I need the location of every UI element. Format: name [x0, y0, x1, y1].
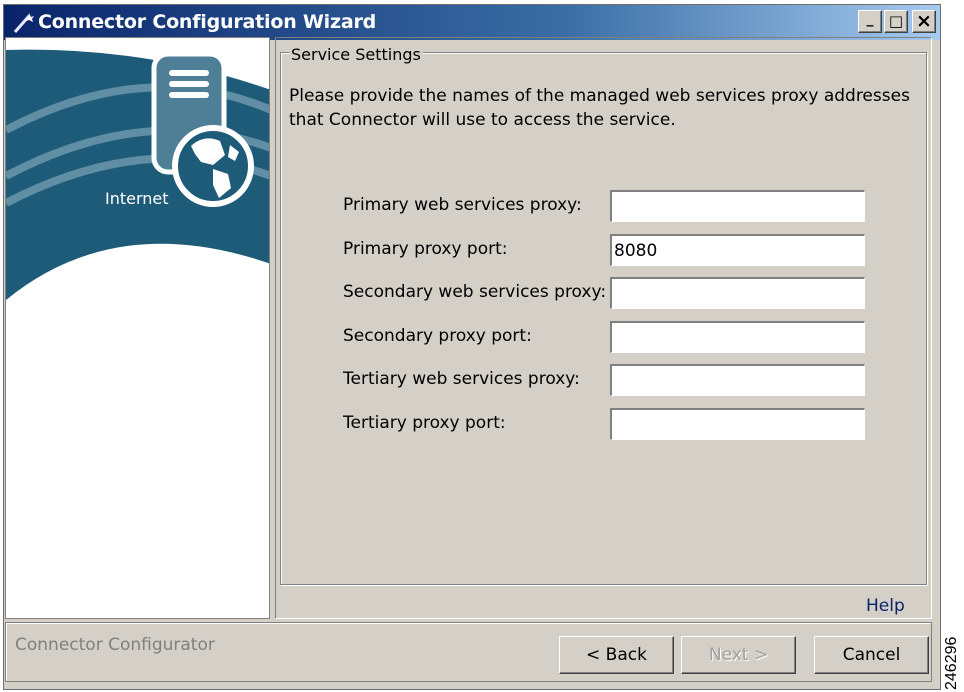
- secondary-port-input[interactable]: [610, 321, 865, 353]
- back-button[interactable]: < Back: [559, 636, 674, 674]
- tertiary-port-label: Tertiary proxy port:: [343, 413, 506, 433]
- tertiary-port-input[interactable]: [610, 408, 865, 440]
- close-icon: ×: [916, 10, 932, 32]
- maximize-icon: □: [888, 12, 904, 30]
- status-text: Connector Configurator: [15, 635, 215, 655]
- secondary-port-label: Secondary proxy port:: [343, 326, 532, 346]
- internet-graphic: [6, 49, 269, 300]
- primary-proxy-input[interactable]: [610, 190, 865, 222]
- primary-port-label: Primary proxy port:: [343, 239, 508, 259]
- internet-label: Internet: [105, 189, 169, 208]
- figure-number: 246296: [943, 636, 960, 690]
- title-bar[interactable]: Connector Configuration Wizard _ □ ×: [4, 5, 940, 40]
- tertiary-proxy-label: Tertiary web services proxy:: [343, 369, 580, 389]
- globe-icon: [172, 125, 254, 207]
- maximize-button[interactable]: □: [884, 10, 908, 33]
- primary-port-input[interactable]: [610, 234, 865, 266]
- tertiary-proxy-row: Tertiary web services proxy:: [343, 364, 873, 396]
- secondary-port-row: Secondary proxy port:: [343, 321, 873, 353]
- primary-proxy-label: Primary web services proxy:: [343, 195, 582, 215]
- minimize-button[interactable]: _: [858, 10, 882, 33]
- tertiary-proxy-input[interactable]: [610, 364, 865, 396]
- secondary-proxy-row: Secondary web services proxy:: [343, 277, 873, 309]
- close-button[interactable]: ×: [912, 10, 936, 33]
- tertiary-port-row: Tertiary proxy port:: [343, 408, 873, 440]
- wizard-wand-icon: [13, 13, 34, 33]
- window-title: Connector Configuration Wizard: [38, 11, 377, 33]
- primary-proxy-row: Primary web services proxy:: [343, 190, 873, 222]
- secondary-proxy-label: Secondary web services proxy:: [343, 282, 607, 302]
- group-legend: Service Settings: [289, 45, 423, 64]
- cancel-button[interactable]: Cancel: [814, 636, 929, 674]
- next-button[interactable]: Next >: [681, 636, 796, 674]
- help-link[interactable]: Help: [866, 596, 905, 616]
- left-graphic-panel: Internet: [5, 37, 270, 619]
- instructions-text: Please provide the names of the managed …: [289, 86, 910, 130]
- minimize-icon: _: [866, 10, 874, 27]
- primary-port-row: Primary proxy port:: [343, 234, 873, 266]
- secondary-proxy-input[interactable]: [610, 277, 865, 309]
